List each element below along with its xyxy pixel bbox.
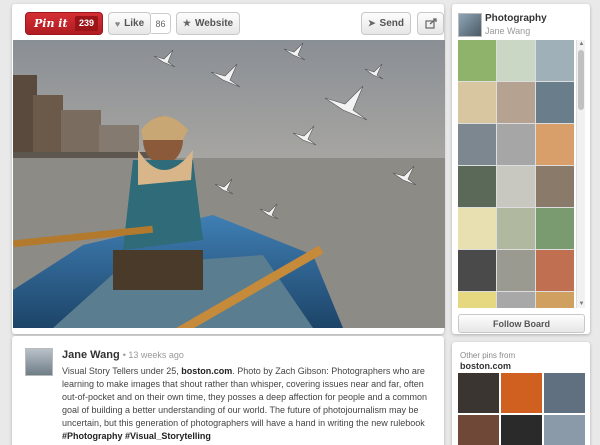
pin-thumbnail[interactable] [536,82,574,123]
share-icon [424,18,437,29]
pin-author: Jane Wang • 13 weeks ago [62,349,184,361]
board-card: Photography Jane Wang ▲ ▼ Follow Board [452,4,590,334]
pin-thumbnail[interactable] [536,208,574,249]
pin-thumbnail[interactable] [458,166,496,207]
board-thumbnail[interactable] [458,13,482,37]
description-text-start: Visual Story Tellers under 25, [62,366,182,376]
like-label: Like [124,18,145,29]
pin-action-bar: Pin it 239 ♥ Like 86 ★ Website ➤ Send [12,4,444,40]
pin-thumbnail[interactable] [458,208,496,249]
other-pins-label: Other pins from [460,351,516,360]
pin-description-card: Jane Wang • 13 weeks ago Visual Story Te… [12,336,444,445]
scroll-thumb[interactable] [578,50,584,110]
pin-thumbnail[interactable] [458,373,499,413]
pin-count: 239 [74,16,98,31]
share-button[interactable] [417,12,444,35]
send-label: Send [379,18,404,29]
pin-it-label: Pin it [34,17,68,30]
pin-thumbnail[interactable] [497,292,535,308]
pin-it-button[interactable]: Pin it 239 [25,12,103,35]
pin-thumbnail[interactable] [458,40,496,81]
heart-icon: ♥ [114,18,121,29]
pin-thumbnail[interactable] [544,415,585,445]
pin-thumbnail[interactable] [536,40,574,81]
pin-thumbnail[interactable] [458,250,496,291]
post-time: • 13 weeks ago [122,350,184,360]
pin-thumbnail[interactable] [544,373,585,413]
scroll-down-icon[interactable]: ▼ [578,300,585,308]
pin-thumbnail[interactable] [497,250,535,291]
board-scrollbar[interactable]: ▲ ▼ [576,40,585,308]
pin-thumbnail[interactable] [497,208,535,249]
other-pins-grid [458,373,585,445]
website-button[interactable]: ★ Website [176,12,240,35]
pin-photo[interactable] [13,40,445,328]
pin-thumbnail[interactable] [536,166,574,207]
send-button[interactable]: ➤ Send [361,12,411,35]
scroll-up-icon[interactable]: ▲ [578,40,585,48]
pin-thumbnail[interactable] [536,250,574,291]
avatar[interactable] [25,348,53,376]
website-label: Website [194,18,234,29]
follow-board-button[interactable]: Follow Board [458,314,585,333]
pin-thumbnail[interactable] [501,373,542,413]
like-button[interactable]: ♥ Like [108,12,151,35]
other-pins-card: Other pins from boston.com [452,342,590,445]
pin-thumbnail[interactable] [497,124,535,165]
source-link[interactable]: boston.com [181,366,232,376]
board-owner[interactable]: Jane Wang [485,26,530,36]
pin-thumbnail[interactable] [497,166,535,207]
board-title[interactable]: Photography [485,13,547,24]
hashtags[interactable]: #Photography #Visual_Storytelling [62,431,211,441]
pin-thumbnail[interactable] [458,292,496,308]
pin-thumbnail[interactable] [536,292,574,308]
send-icon: ➤ [368,18,376,28]
pin-thumbnail[interactable] [536,124,574,165]
website-icon: ★ [182,18,191,28]
pin-thumbnail[interactable] [458,124,496,165]
author-name[interactable]: Jane Wang [62,349,120,361]
pin-description: Visual Story Tellers under 25, boston.co… [62,365,432,443]
pin-thumbnail[interactable] [501,415,542,445]
pin-thumbnail[interactable] [497,82,535,123]
pin-thumbnail[interactable] [458,82,496,123]
board-pin-grid [458,40,574,308]
other-pins-source[interactable]: boston.com [460,361,511,371]
pin-thumbnail[interactable] [458,415,499,445]
pin-thumbnail[interactable] [497,40,535,81]
like-count: 86 [151,13,171,34]
